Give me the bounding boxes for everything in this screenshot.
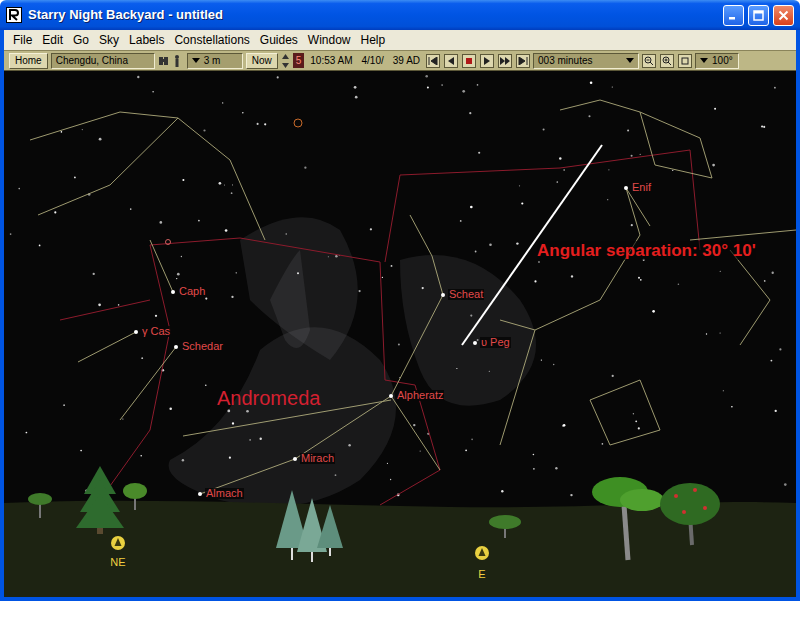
zoom-reset-icon[interactable] (678, 54, 692, 68)
viewpoint-icon[interactable] (158, 53, 184, 69)
daylight-indicator[interactable]: 5 (293, 53, 305, 68)
menu-item[interactable]: Constellations (169, 30, 254, 50)
tree-icon (28, 466, 720, 562)
star-dot[interactable] (441, 293, 445, 297)
cluster-icon[interactable] (166, 240, 171, 245)
play-icon[interactable] (480, 54, 494, 68)
constellation-boundaries (60, 150, 700, 505)
minimize-icon[interactable] (723, 5, 744, 26)
constellation-lines (30, 100, 796, 494)
compass-icon (111, 536, 489, 560)
spin-icon[interactable] (281, 53, 290, 69)
star-label[interactable]: Caph (178, 286, 206, 297)
close-icon[interactable] (773, 5, 794, 26)
menu-item[interactable]: Labels (124, 30, 169, 50)
star-label[interactable]: Schedar (181, 341, 224, 352)
app-logo-icon (6, 7, 22, 23)
star-dot[interactable] (198, 492, 202, 496)
background-stars (10, 75, 787, 496)
window-title: Starry Night Backyard - untitled (28, 5, 717, 25)
toolbar: Home Chengdu, China 3 m Now 5 10:53 AM 4… (4, 50, 796, 71)
menu-item[interactable]: Window (303, 30, 356, 50)
dropdown-icon (192, 58, 200, 63)
measurement-label: Angular separation: 30° 10' (537, 241, 756, 260)
compass-label: NE (110, 556, 125, 568)
time-step-text: 003 minutes (538, 53, 592, 68)
dropdown-icon (700, 58, 708, 63)
menu-item[interactable]: Help (356, 30, 391, 50)
rewind-icon[interactable] (426, 54, 440, 68)
planet-icon[interactable] (294, 119, 302, 127)
home-button[interactable]: Home (9, 53, 48, 69)
star-label[interactable]: Scheat (448, 289, 484, 300)
constellation-artwork (169, 217, 536, 507)
star-dot[interactable] (293, 457, 297, 461)
zoom-controls (642, 54, 692, 68)
star-dot[interactable] (389, 394, 393, 398)
menu-item[interactable]: Sky (94, 30, 124, 50)
zoom-in-icon[interactable] (660, 54, 674, 68)
menu-item[interactable]: Edit (37, 30, 68, 50)
star-dot[interactable] (624, 186, 628, 190)
location-field[interactable]: Chengdu, China (51, 53, 155, 69)
app-window: Starry Night Backyard - untitled FileEdi… (0, 0, 800, 601)
field-of-view-field[interactable]: 100° (695, 53, 739, 69)
star-dot[interactable] (134, 330, 138, 334)
zoom-out-icon[interactable] (642, 54, 656, 68)
menu-item[interactable]: Guides (255, 30, 303, 50)
star-label[interactable]: Alpheratz (396, 390, 444, 401)
star-dot[interactable] (171, 290, 175, 294)
step-back-icon[interactable] (444, 54, 458, 68)
now-button[interactable]: Now (246, 53, 278, 69)
location-text: Chengdu, China (56, 53, 128, 68)
compass-label: E (478, 568, 485, 580)
date-display[interactable]: 4/10/ (359, 53, 387, 68)
star-label[interactable]: γ Cas (141, 326, 171, 337)
constellation-label[interactable]: Andromeda (217, 388, 320, 408)
menu-item[interactable]: File (8, 30, 37, 50)
star-label[interactable]: υ Peg (480, 337, 511, 348)
year-display[interactable]: 39 AD (390, 53, 423, 68)
sky-chart (4, 71, 796, 597)
sky-view[interactable]: Enif Scheat υ Peg Caph γ Cas Schedar Alpheratz… (4, 71, 796, 597)
time-step-field[interactable]: 003 minutes (533, 53, 639, 69)
field-of-view-text: 100° (712, 53, 733, 68)
time-display[interactable]: 10:53 AM (307, 53, 355, 68)
end-icon[interactable] (516, 54, 530, 68)
stop-icon[interactable] (462, 54, 476, 68)
fast-forward-icon[interactable] (498, 54, 512, 68)
playback-controls (426, 54, 530, 68)
star-dot[interactable] (174, 345, 178, 349)
star-label[interactable]: Mirach (300, 453, 335, 464)
star-label[interactable]: Almach (205, 488, 244, 499)
named-stars (134, 186, 628, 496)
menu-bar: FileEditGoSkyLabelsConstellationsGuidesW… (4, 30, 796, 50)
elevation-text: 3 m (204, 53, 221, 68)
menu-item[interactable]: Go (68, 30, 94, 50)
maximize-icon[interactable] (748, 5, 769, 26)
star-dot[interactable] (473, 341, 477, 345)
dropdown-icon (626, 58, 634, 63)
title-bar[interactable]: Starry Night Backyard - untitled (0, 0, 800, 30)
elevation-field[interactable]: 3 m (187, 53, 243, 69)
star-label[interactable]: Enif (631, 182, 652, 193)
